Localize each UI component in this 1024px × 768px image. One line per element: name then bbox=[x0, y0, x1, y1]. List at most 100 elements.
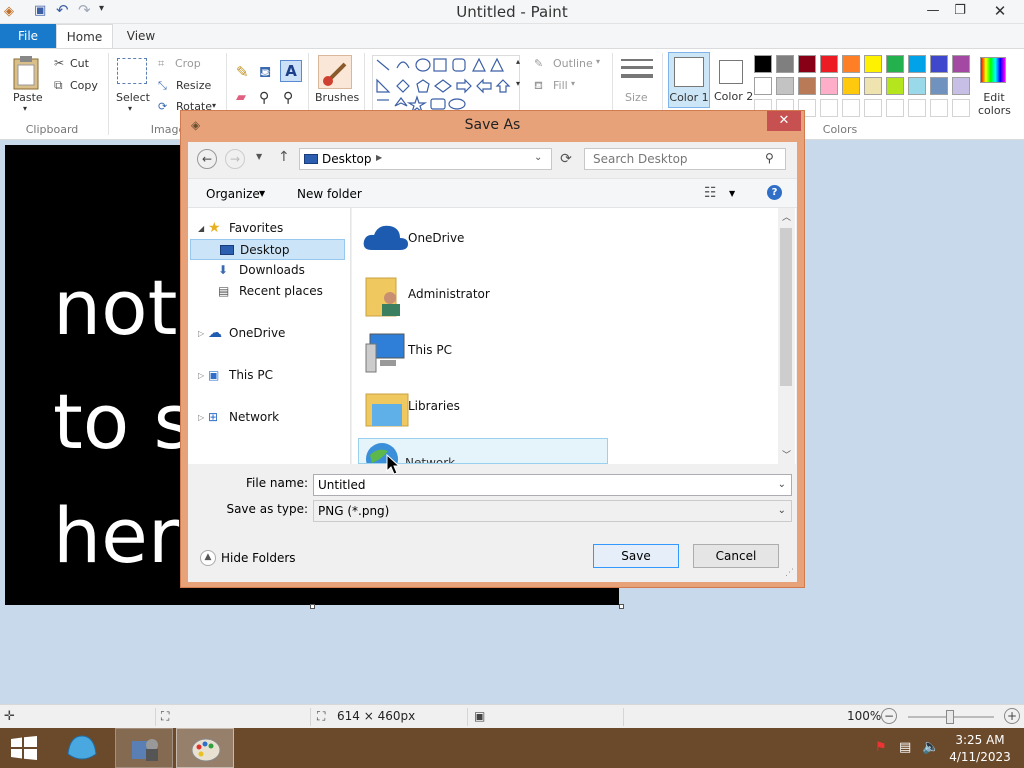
outline-button[interactable]: Outline bbox=[553, 57, 593, 70]
select-button[interactable]: Select bbox=[116, 91, 150, 104]
list-item-administrator[interactable]: Administrator bbox=[362, 270, 602, 322]
expand-arrow-icon[interactable]: ▷ bbox=[198, 365, 204, 386]
fill-dropdown-icon[interactable]: ▾ bbox=[571, 79, 575, 88]
color-swatch[interactable] bbox=[952, 55, 970, 73]
color-swatch[interactable] bbox=[886, 55, 904, 73]
save-as-type-dropdown-icon[interactable]: ⌄ bbox=[778, 501, 786, 521]
color-swatch[interactable] bbox=[754, 55, 772, 73]
list-item-this-pc[interactable]: This PC bbox=[362, 326, 602, 378]
paste-button[interactable]: Paste bbox=[13, 91, 43, 104]
forward-button[interactable]: → bbox=[225, 149, 245, 169]
color-swatch[interactable] bbox=[820, 77, 838, 95]
color-swatch[interactable] bbox=[952, 99, 970, 117]
list-item-libraries[interactable]: Libraries bbox=[362, 382, 602, 434]
color-swatch[interactable] bbox=[776, 77, 794, 95]
clock-date[interactable]: 4/11/2023 bbox=[948, 750, 1012, 764]
outline-dropdown-icon[interactable]: ▾ bbox=[596, 57, 600, 66]
color1-button[interactable]: Color 1 bbox=[668, 52, 710, 108]
eraser-icon[interactable]: ▰ bbox=[236, 90, 246, 105]
recent-locations-dropdown-icon[interactable]: ▼ bbox=[256, 152, 262, 161]
network-status-icon[interactable]: ▤ bbox=[899, 740, 911, 755]
scroll-up-icon[interactable]: ︿ bbox=[782, 210, 791, 223]
expand-arrow-icon[interactable]: ▷ bbox=[198, 323, 204, 344]
hide-folders-button[interactable]: Hide Folders bbox=[221, 551, 296, 565]
organize-button[interactable]: Organize bbox=[206, 187, 260, 201]
clock-time[interactable]: 3:25 AM bbox=[948, 733, 1012, 747]
file-name-dropdown-icon[interactable]: ⌄ bbox=[778, 475, 786, 495]
color-swatch[interactable] bbox=[820, 55, 838, 73]
search-input[interactable]: Search Desktop ⚲ bbox=[584, 148, 786, 170]
color-swatch[interactable] bbox=[908, 55, 926, 73]
address-desktop-crumb[interactable]: Desktop bbox=[322, 152, 372, 166]
expand-arrow-icon[interactable]: ▷ bbox=[198, 407, 204, 428]
tab-file[interactable]: File bbox=[0, 24, 56, 48]
color-swatch[interactable] bbox=[754, 77, 772, 95]
shapes-gallery[interactable] bbox=[372, 55, 520, 114]
color-swatch[interactable] bbox=[864, 55, 882, 73]
nav-network[interactable]: ▷ ⊞ Network bbox=[188, 407, 351, 428]
paste-icon[interactable] bbox=[10, 55, 42, 91]
size-button[interactable]: Size bbox=[625, 91, 648, 104]
copy-button[interactable]: Copy bbox=[70, 79, 98, 92]
nav-recent-places[interactable]: ▤ Recent places bbox=[188, 281, 351, 302]
dialog-close-button[interactable]: ✕ bbox=[767, 111, 801, 131]
color-swatch[interactable] bbox=[886, 99, 904, 117]
canvas-resize-handle-bottom[interactable] bbox=[310, 604, 315, 609]
new-folder-button[interactable]: New folder bbox=[297, 187, 362, 201]
zoom-out-button[interactable]: − bbox=[881, 708, 897, 724]
crop-button[interactable]: Crop bbox=[175, 57, 201, 70]
color-swatch[interactable] bbox=[864, 77, 882, 95]
brushes-button[interactable]: Brushes bbox=[315, 91, 359, 104]
size-icon[interactable] bbox=[621, 57, 653, 85]
resize-button[interactable]: Resize bbox=[176, 79, 211, 92]
scrollbar-thumb[interactable] bbox=[780, 228, 792, 386]
select-dropdown-icon[interactable]: ▾ bbox=[128, 104, 132, 113]
maximize-button[interactable]: ❐ bbox=[945, 0, 975, 22]
tab-view[interactable]: View bbox=[113, 24, 169, 49]
expand-arrow-icon[interactable]: ◢ bbox=[198, 218, 204, 239]
minimize-button[interactable]: — bbox=[918, 0, 948, 22]
nav-favorites[interactable]: ◢ ★ Favorites bbox=[188, 218, 351, 239]
save-button[interactable]: Save bbox=[593, 544, 679, 568]
color-swatch[interactable] bbox=[908, 99, 926, 117]
hide-folders-chevron-icon[interactable]: ▲ bbox=[200, 550, 216, 566]
color-swatch[interactable] bbox=[886, 77, 904, 95]
color-picker-icon[interactable]: ⚲ bbox=[259, 90, 269, 106]
edit-colors-icon[interactable] bbox=[980, 57, 1006, 83]
list-item-onedrive[interactable]: OneDrive bbox=[362, 214, 602, 266]
color-swatch[interactable] bbox=[798, 77, 816, 95]
nav-onedrive[interactable]: ▷ ☁ OneDrive bbox=[188, 323, 351, 344]
color-swatch[interactable] bbox=[952, 77, 970, 95]
change-view-icon[interactable]: ☷ bbox=[704, 185, 717, 201]
organize-dropdown-icon[interactable]: ▼ bbox=[259, 189, 265, 198]
cut-button[interactable]: Cut bbox=[70, 57, 89, 70]
zoom-in-button[interactable]: + bbox=[1004, 708, 1020, 724]
nav-desktop[interactable]: Desktop bbox=[190, 239, 345, 260]
color-swatch[interactable] bbox=[842, 55, 860, 73]
color-swatch[interactable] bbox=[798, 55, 816, 73]
taskbar-paint-button[interactable] bbox=[176, 728, 234, 768]
vertical-scrollbar[interactable]: ︿ ﹀ bbox=[778, 208, 795, 464]
breadcrumb-chevron-icon[interactable]: ▶ bbox=[376, 153, 382, 162]
canvas-resize-handle-corner[interactable] bbox=[619, 604, 624, 609]
file-name-input[interactable]: Untitled ⌄ bbox=[313, 474, 792, 496]
color2-button[interactable]: Color 2 bbox=[714, 52, 753, 108]
back-button[interactable]: ← bbox=[197, 149, 217, 169]
color-swatch[interactable] bbox=[776, 55, 794, 73]
rotate-dropdown-icon[interactable]: ▾ bbox=[212, 101, 216, 110]
color-swatch[interactable] bbox=[930, 55, 948, 73]
search-icon[interactable]: ⚲ bbox=[765, 151, 774, 165]
nav-downloads[interactable]: ⬇ Downloads bbox=[188, 260, 351, 281]
color-swatch[interactable] bbox=[820, 99, 838, 117]
nav-this-pc[interactable]: ▷ ▣ This PC bbox=[188, 365, 351, 386]
taskbar-app-button[interactable] bbox=[115, 728, 173, 768]
pencil-icon[interactable]: ✎ bbox=[236, 63, 249, 81]
address-dropdown-icon[interactable]: ⌄ bbox=[534, 152, 542, 163]
magnifier-icon[interactable]: ⚲ bbox=[283, 90, 293, 106]
refresh-button[interactable]: ⟳ bbox=[555, 151, 577, 171]
color-swatch[interactable] bbox=[864, 99, 882, 117]
color-swatch[interactable] bbox=[930, 77, 948, 95]
fill-bucket-icon[interactable]: ⛾ bbox=[259, 63, 271, 83]
up-one-level-button[interactable]: ↑ bbox=[278, 149, 290, 165]
paste-dropdown-icon[interactable]: ▾ bbox=[23, 104, 27, 113]
